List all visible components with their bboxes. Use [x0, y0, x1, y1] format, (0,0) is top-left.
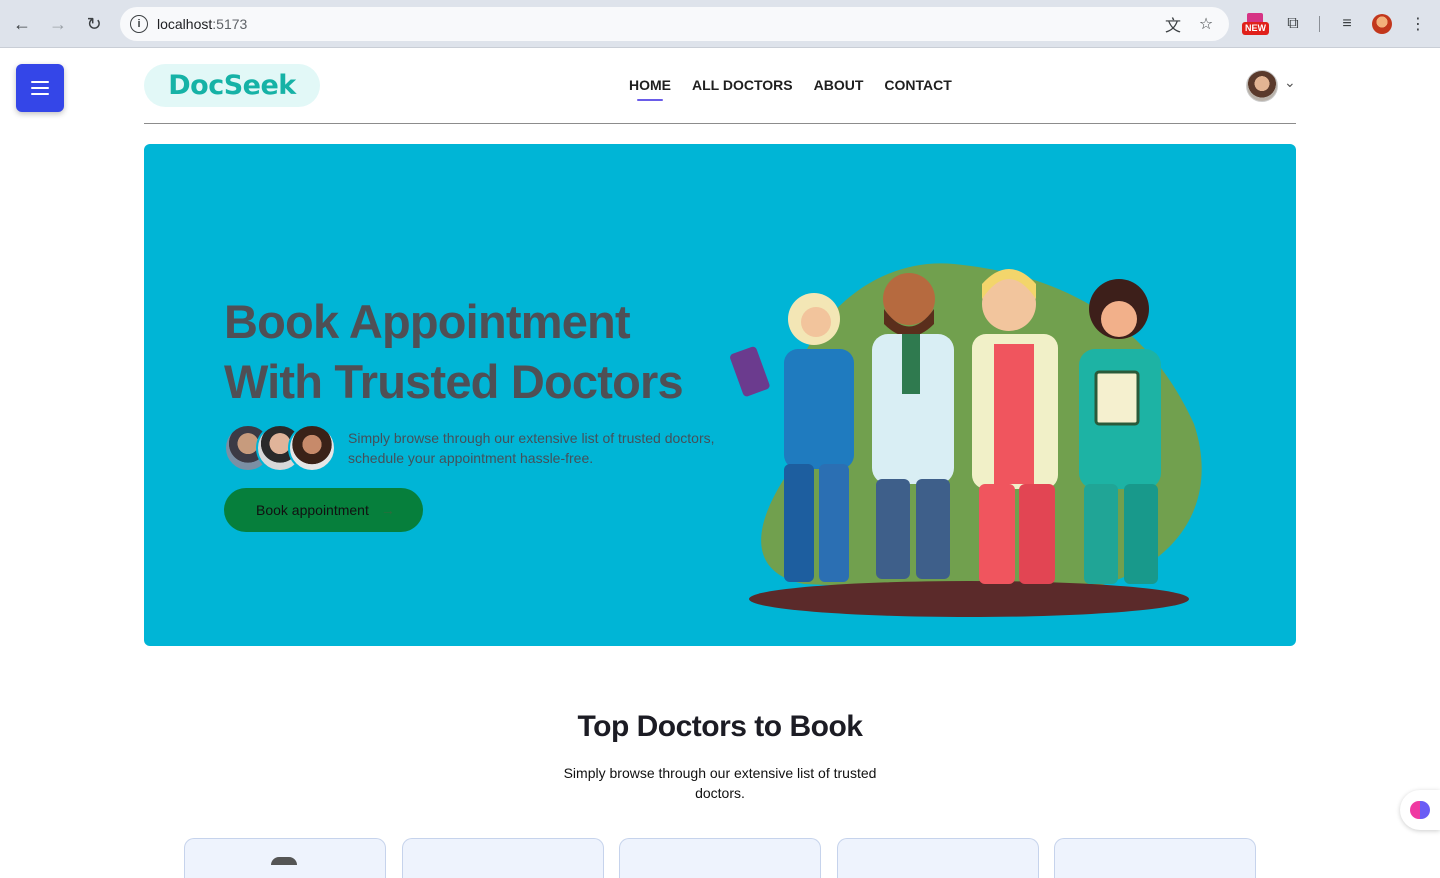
extensions-puzzle-icon[interactable]: ⧉ — [1281, 12, 1305, 36]
bookmark-star-icon[interactable]: ☆ — [1196, 14, 1216, 34]
toolbar-divider — [1319, 16, 1320, 32]
arrow-right-icon: → — [380, 502, 395, 518]
translate-icon[interactable]: 文 — [1163, 14, 1183, 35]
browser-toolbar: ← → ↻ i localhost:5173 文 ☆ NEW ⧉ ≡ ⋮ — [0, 0, 1440, 48]
address-bar-url: localhost:5173 — [157, 16, 247, 32]
doctor-card[interactable] — [619, 838, 821, 878]
browser-profile-avatar[interactable] — [1372, 14, 1392, 34]
doctors-illustration — [730, 263, 1202, 617]
nav-about[interactable]: ABOUT — [814, 77, 864, 99]
logo-text: DocSeek — [168, 70, 296, 101]
doctor-card[interactable] — [184, 838, 386, 878]
avatar — [288, 424, 336, 472]
book-appointment-label: Book appointment — [256, 502, 369, 518]
url-host: localhost — [157, 16, 213, 32]
hamburger-menu-button[interactable] — [16, 64, 64, 112]
hero-subtitle-line2: schedule your appointment hassle-free. — [348, 450, 594, 466]
hero-subtitle: Simply browse through our extensive list… — [348, 428, 718, 468]
new-badge: NEW — [1242, 22, 1269, 35]
nav-all-doctors[interactable]: ALL DOCTORS — [692, 77, 793, 99]
reload-icon[interactable]: ↻ — [80, 10, 108, 38]
doctor-avatars-group — [224, 424, 336, 472]
hero-title-line1: Book Appointment — [224, 295, 631, 348]
hamburger-line — [31, 87, 49, 89]
nav-contact[interactable]: CONTACT — [884, 77, 951, 99]
ai-assistant-button[interactable] — [1400, 790, 1440, 830]
hero-banner: Book Appointment With Trusted Doctors Si… — [144, 144, 1296, 646]
top-doctors-title: Top Doctors to Book — [577, 710, 863, 743]
browser-menu-kebab-icon[interactable]: ⋮ — [1406, 12, 1430, 36]
back-arrow-icon[interactable]: ← — [8, 10, 36, 38]
nav-home[interactable]: HOME — [629, 77, 671, 101]
hamburger-line — [31, 81, 49, 83]
hero-title-line2: With Trusted Doctors — [224, 355, 684, 408]
book-appointment-button[interactable]: Book appointment → — [224, 488, 423, 532]
doctor-card[interactable] — [402, 838, 604, 878]
hamburger-line — [31, 93, 49, 95]
site-info-icon[interactable]: i — [130, 15, 148, 33]
main-nav: HOME ALL DOCTORS ABOUT CONTACT — [629, 77, 952, 101]
brain-icon — [1410, 801, 1430, 819]
chevron-down-icon[interactable]: ⌄ — [1284, 74, 1296, 91]
user-avatar[interactable] — [1246, 70, 1278, 102]
doctor-card[interactable] — [1054, 838, 1256, 878]
site-logo[interactable]: DocSeek — [144, 64, 320, 107]
forward-arrow-icon[interactable]: → — [44, 10, 72, 38]
hero-title: Book Appointment With Trusted Doctors — [224, 292, 784, 412]
top-doctors-subtitle-line2: doctors. — [695, 785, 745, 801]
url-port: :5173 — [212, 16, 248, 32]
hero-subtitle-line1: Simply browse through our extensive list… — [348, 430, 715, 446]
page: DocSeek HOME ALL DOCTORS ABOUT CONTACT ⌄… — [0, 48, 1440, 878]
top-doctors-subtitle: Simply browse through our extensive list… — [560, 763, 880, 803]
top-doctors-subtitle-line1: Simply browse through our extensive list… — [563, 765, 877, 781]
header-divider — [144, 123, 1296, 124]
doctor-photo — [271, 857, 297, 865]
address-bar[interactable]: i localhost:5173 文 ☆ — [120, 7, 1229, 41]
doctor-card[interactable] — [837, 838, 1039, 878]
media-queue-icon[interactable]: ≡ — [1335, 12, 1359, 36]
